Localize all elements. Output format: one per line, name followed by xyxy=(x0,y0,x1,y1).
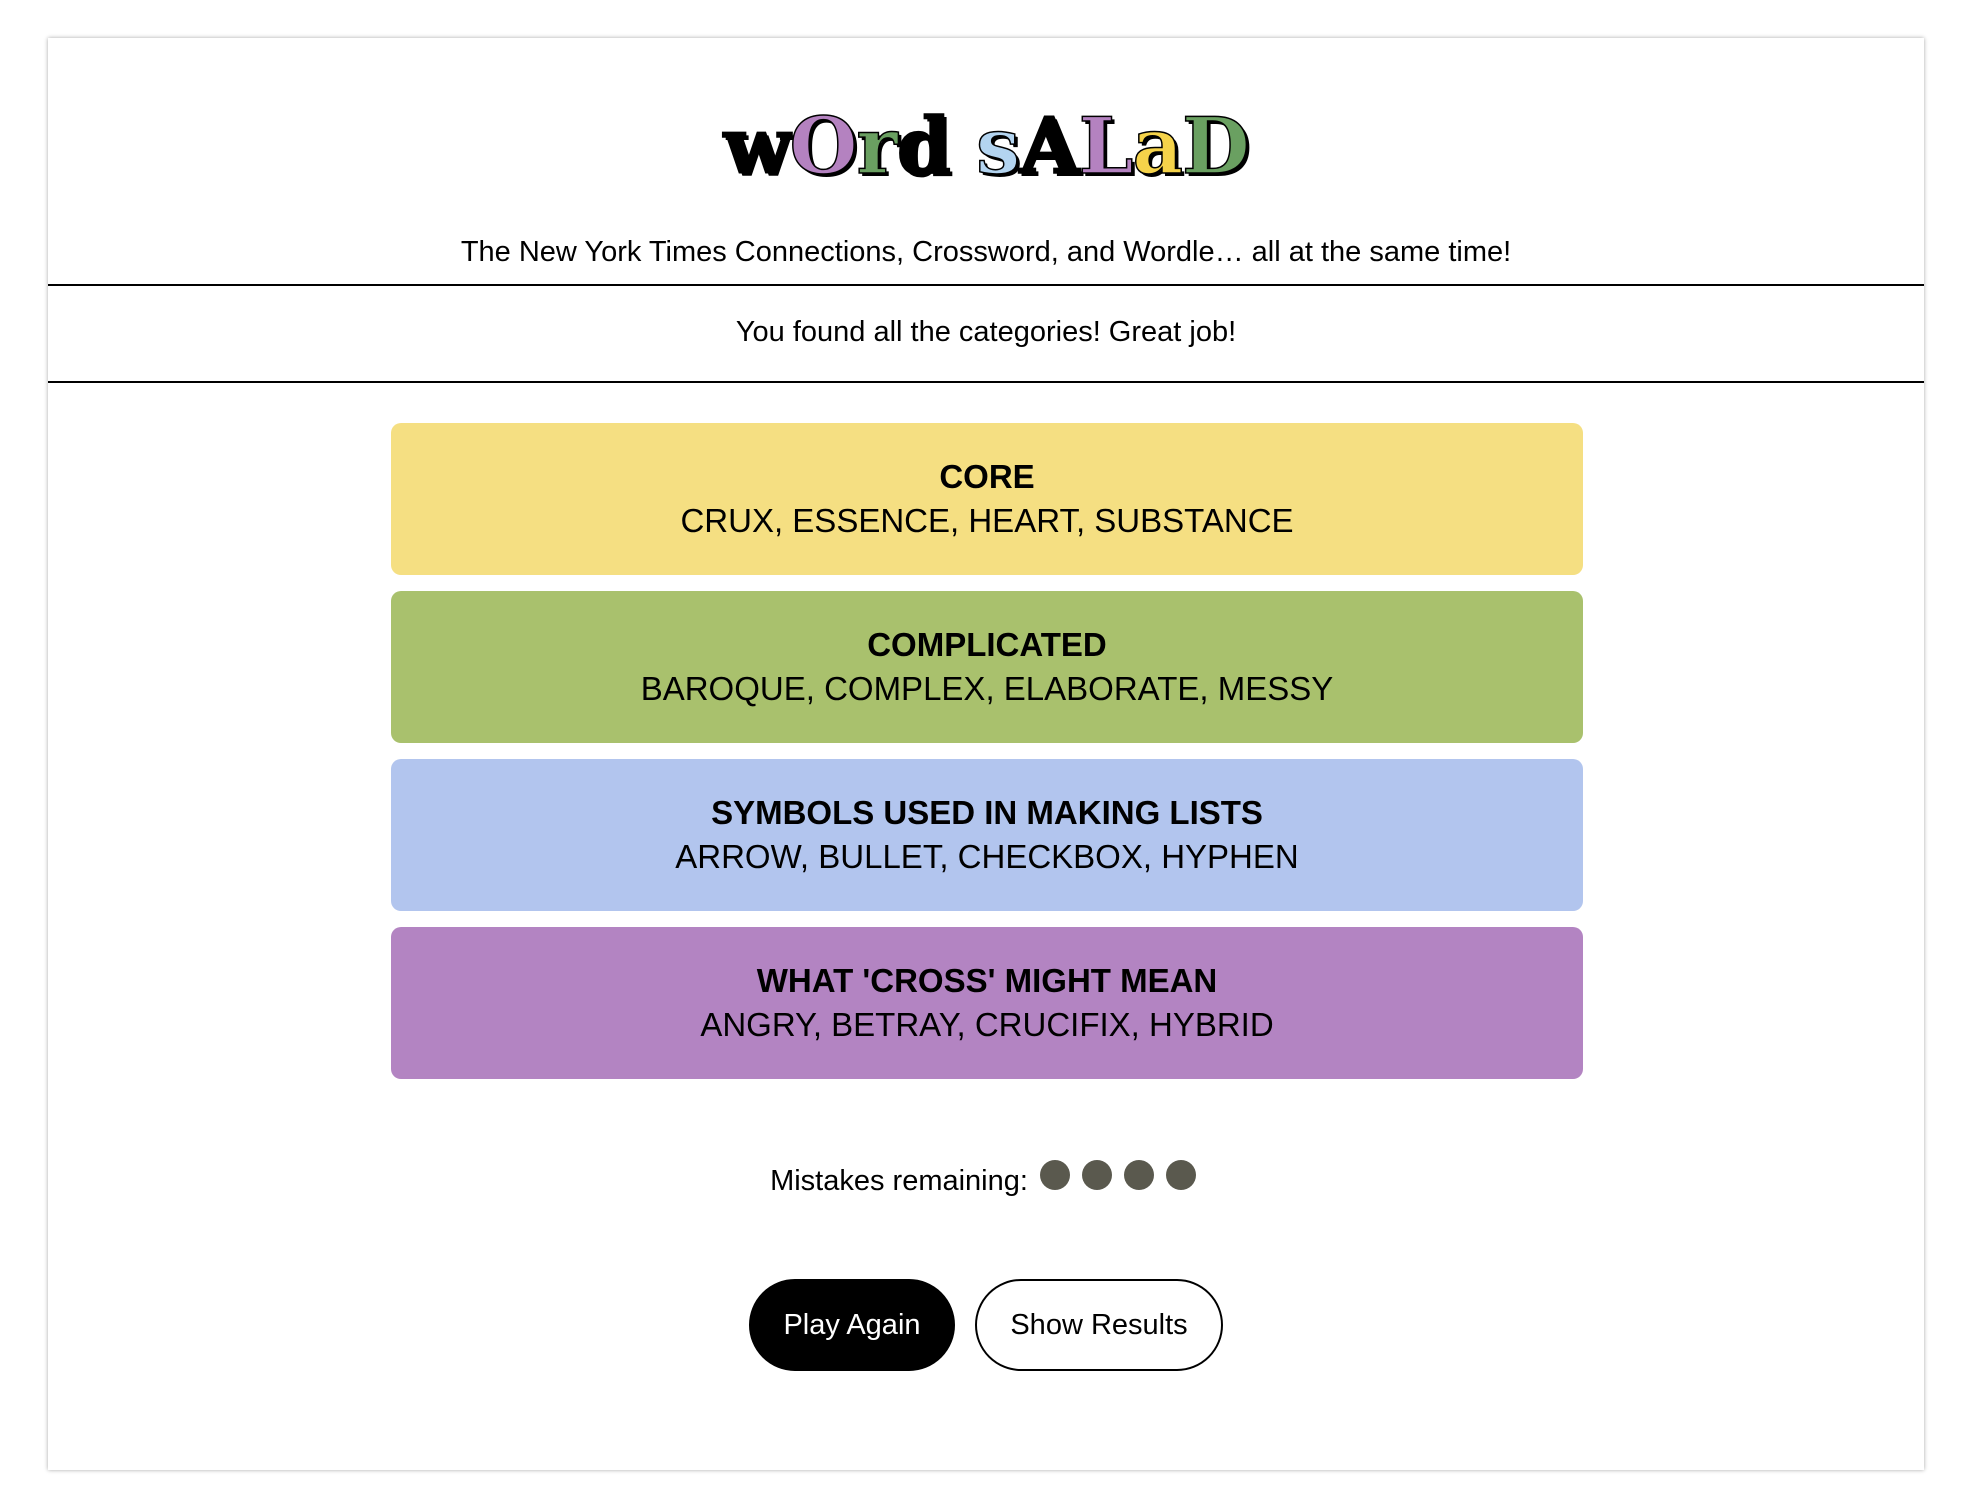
group-words: BAROQUE, COMPLEX, ELABORATE, MESSY xyxy=(640,670,1334,707)
mistakes-label: Mistakes remaining: xyxy=(770,1164,1028,1197)
group-title: COMPLICATED xyxy=(867,626,1107,663)
action-buttons: Play Again Show Results xyxy=(48,1279,1924,1371)
divider xyxy=(48,381,1924,383)
mistake-dot xyxy=(1081,1160,1112,1190)
solved-group-green: COMPLICATED BAROQUE, COMPLEX, ELABORATE,… xyxy=(391,591,1583,743)
mistake-dot xyxy=(1039,1160,1070,1190)
group-words: ARROW, BULLET, CHECKBOX, HYPHEN xyxy=(675,838,1299,875)
logo-letter: s xyxy=(975,101,1020,192)
logo-letter: w xyxy=(723,101,792,192)
logo-letter: O xyxy=(789,101,858,192)
logo-letter: d xyxy=(896,101,952,192)
logo-letter: D xyxy=(1181,101,1250,192)
play-again-button[interactable]: Play Again xyxy=(749,1279,955,1371)
tagline: The New York Times Connections, Crosswor… xyxy=(460,236,1512,268)
logo-letter: L xyxy=(1078,101,1134,192)
group-title: SYMBOLS USED IN MAKING LISTS xyxy=(711,794,1263,831)
logo-letter: a xyxy=(1132,101,1184,192)
logo-letter: A xyxy=(1018,101,1080,192)
game-panel: w O r d s A L a D The New York Times Con… xyxy=(48,38,1924,1470)
group-words: ANGRY, BETRAY, CRUCIFIX, HYBRID xyxy=(700,1006,1274,1043)
mistake-dots xyxy=(1034,1160,1202,1202)
solved-group-purple: WHAT 'CROSS' MIGHT MEAN ANGRY, BETRAY, C… xyxy=(391,927,1583,1079)
solved-group-blue: SYMBOLS USED IN MAKING LISTS ARROW, BULL… xyxy=(391,759,1583,911)
solved-group-yellow: CORE CRUX, ESSENCE, HEART, SUBSTANCE xyxy=(391,423,1583,575)
group-title: WHAT 'CROSS' MIGHT MEAN xyxy=(756,962,1218,999)
divider xyxy=(48,284,1924,286)
group-title: CORE xyxy=(939,458,1035,495)
word-salad-logo: w O r d s A L a D xyxy=(48,86,1924,192)
mistakes-remaining: Mistakes remaining: xyxy=(48,1160,1924,1202)
mistake-dot xyxy=(1165,1160,1196,1190)
group-words: CRUX, ESSENCE, HEART, SUBSTANCE xyxy=(680,502,1294,539)
show-results-button[interactable]: Show Results xyxy=(975,1279,1223,1371)
status-message: You found all the categories! Great job! xyxy=(735,316,1237,348)
solved-groups: CORE CRUX, ESSENCE, HEART, SUBSTANCE COM… xyxy=(391,423,1583,1095)
mistake-dot xyxy=(1123,1160,1154,1190)
logo-letter: r xyxy=(856,101,899,192)
